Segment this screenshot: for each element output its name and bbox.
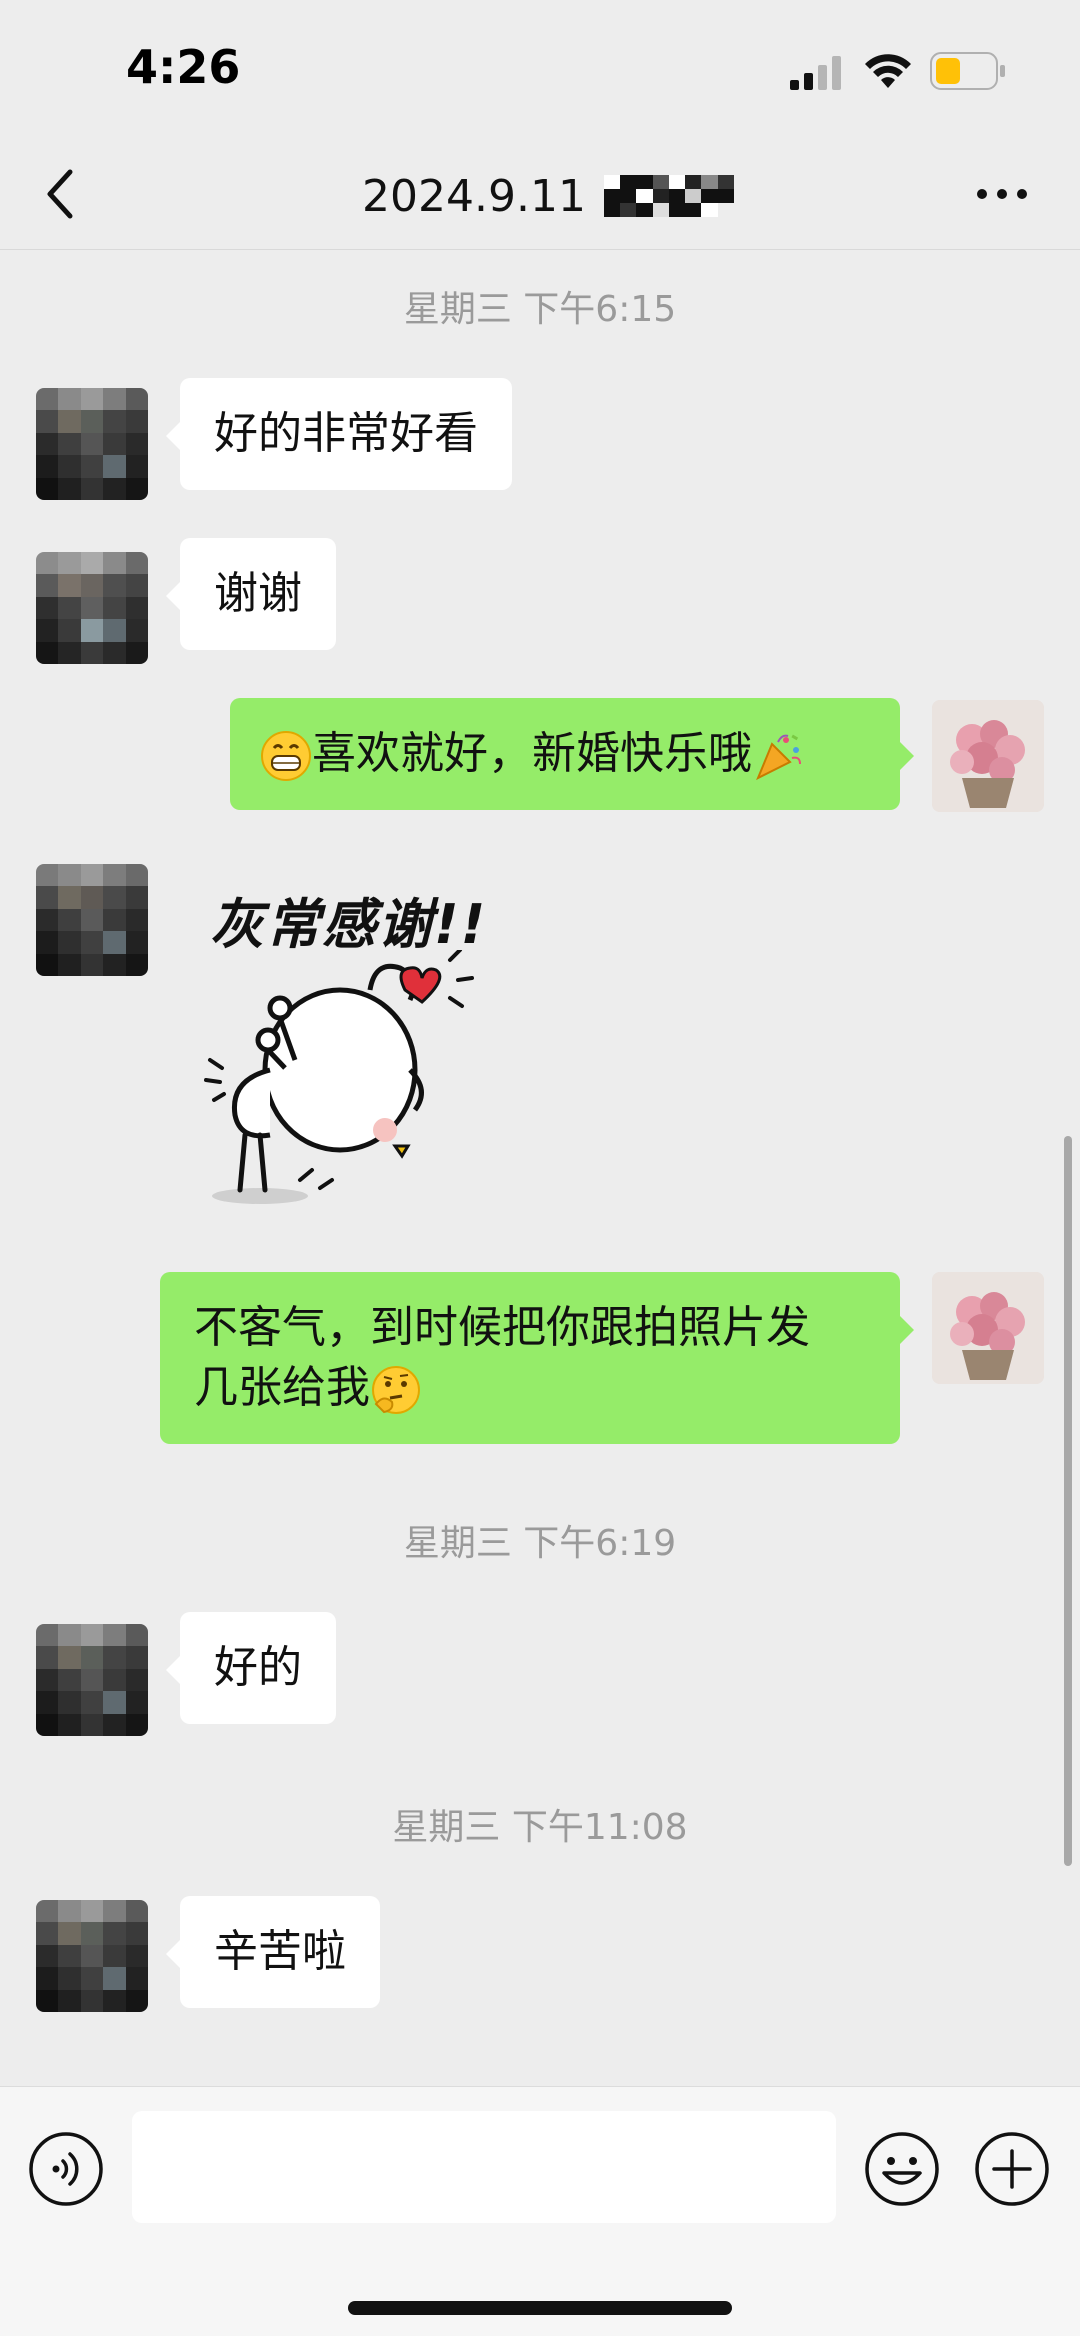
wifi-icon: [865, 54, 911, 88]
incoming-message[interactable]: 辛苦啦: [166, 1896, 380, 2008]
battery-icon: [930, 52, 1005, 90]
message-text: 辛苦啦: [214, 1926, 346, 1977]
message-text: 谢谢: [214, 568, 302, 619]
outgoing-message[interactable]: 喜欢就好，新婚快乐哦: [230, 698, 914, 810]
incoming-message[interactable]: 谢谢: [166, 538, 336, 650]
message-text: 好的: [214, 1642, 302, 1693]
plus-icon[interactable]: [974, 2131, 1050, 2207]
emoji-icon[interactable]: [864, 2131, 940, 2207]
message-text: 喜欢就好，新婚快乐哦: [312, 728, 752, 779]
contact-avatar[interactable]: [36, 1900, 148, 2012]
party-popper-icon: [756, 734, 801, 781]
status-time: 4:26: [126, 40, 241, 94]
timestamp: 星期三 下午11:08: [392, 1807, 688, 1848]
message-input[interactable]: [132, 2111, 836, 2223]
message-text-line: 不客气，到时候把你跟拍照片发: [194, 1302, 810, 1353]
flower-bouquet-image: [932, 700, 1044, 812]
chat-title-group: 2024.9.11: [362, 166, 734, 226]
status-bar: 4:26: [0, 0, 1080, 140]
voice-input-icon[interactable]: [28, 2131, 104, 2207]
signal-icon: [790, 56, 841, 90]
message-text-line: 几张给我: [194, 1362, 370, 1413]
sticker-text: 灰常感谢!!: [210, 893, 488, 956]
chat-header: 2024.9.11: [0, 140, 1080, 250]
more-icon[interactable]: [974, 184, 1030, 204]
contact-avatar[interactable]: [36, 552, 148, 664]
my-avatar[interactable]: [932, 1272, 1044, 1384]
sticker-message[interactable]: 灰常感谢!!: [200, 880, 540, 1210]
redacted-name-mosaic: [603, 175, 734, 217]
flower-bouquet-image: [932, 1272, 1044, 1384]
thinking-emoji-icon: [372, 1366, 420, 1414]
grin-emoji-icon: [261, 731, 311, 781]
chat-title: 2024.9.11: [362, 170, 586, 222]
timestamp: 星期三 下午6:15: [403, 289, 677, 330]
input-bar: [0, 2086, 1080, 2336]
timestamp: 星期三 下午6:19: [403, 1523, 677, 1564]
contact-avatar[interactable]: [36, 1624, 148, 1736]
incoming-message[interactable]: 好的非常好看: [166, 378, 512, 490]
message-text: 好的非常好看: [214, 408, 478, 459]
outgoing-message[interactable]: 不客气，到时候把你跟拍照片发 几张给我: [160, 1272, 914, 1444]
contact-avatar[interactable]: [36, 388, 148, 500]
chat-scrollbar[interactable]: [1064, 1136, 1072, 1866]
bowing-character-sticker: [204, 950, 474, 1204]
chevron-left-icon[interactable]: [40, 164, 80, 224]
contact-avatar[interactable]: [36, 864, 148, 976]
incoming-message[interactable]: 好的: [166, 1612, 336, 1724]
my-avatar[interactable]: [932, 700, 1044, 812]
home-indicator: [348, 2301, 732, 2315]
